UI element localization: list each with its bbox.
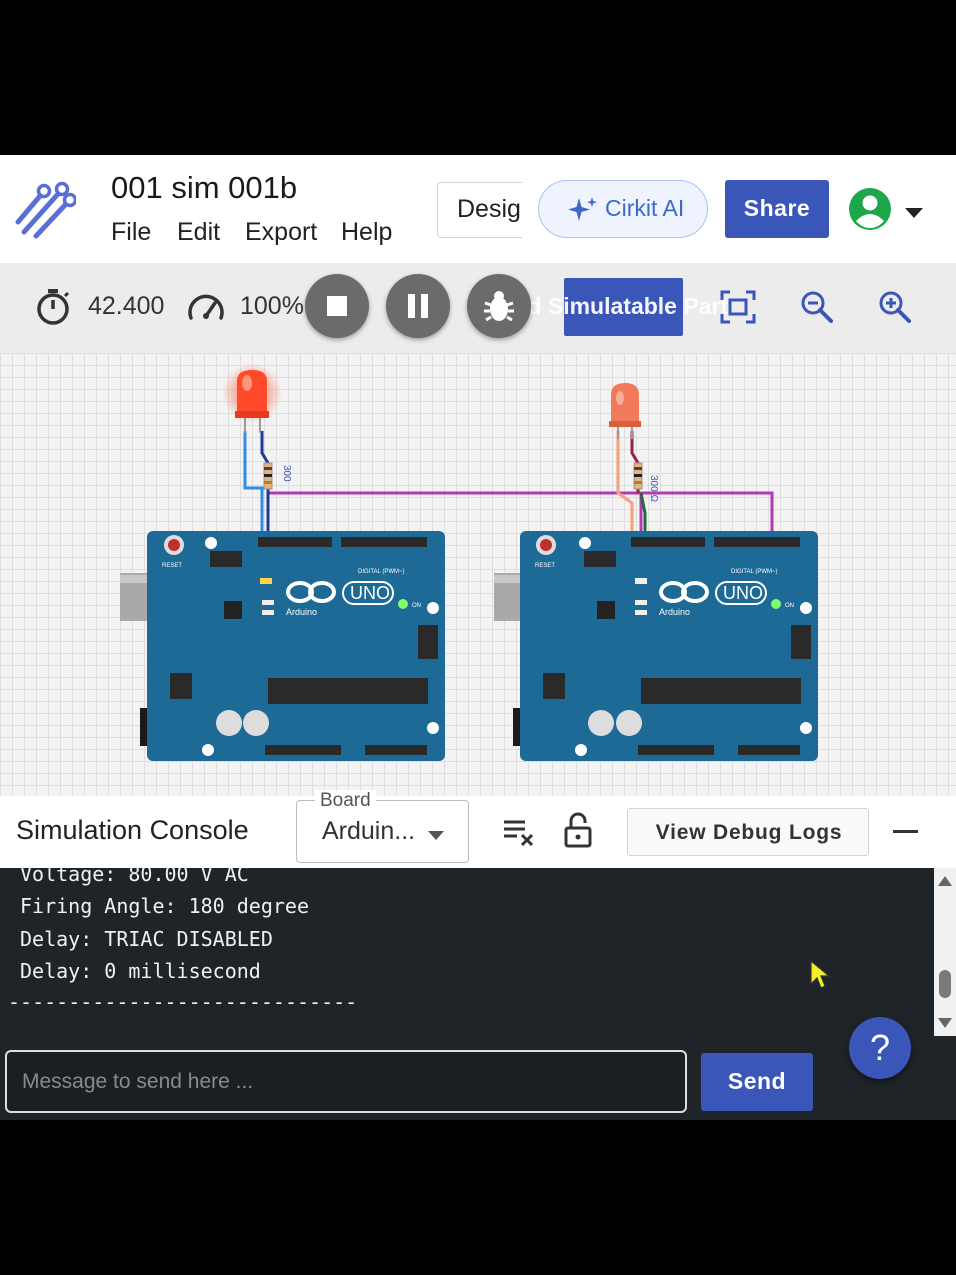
share-label: Share <box>743 195 811 221</box>
board-select-legend: Board <box>315 790 376 812</box>
help-button[interactable]: ? <box>849 1017 911 1079</box>
design-mode-label: Desig <box>457 195 521 223</box>
view-debug-logs-label: View Debug Logs <box>655 821 843 844</box>
mouse-pointer-icon <box>810 959 831 995</box>
stopwatch-icon <box>35 288 71 331</box>
board-2-reset-label: RESET <box>535 563 555 569</box>
board-2-model: UNO <box>723 583 763 603</box>
chevron-down-icon[interactable] <box>428 827 444 845</box>
led-right[interactable] <box>609 383 641 439</box>
cirkit-ai-button[interactable]: Cirkit AI <box>538 180 708 238</box>
resistor-right-label: 300 Ω <box>648 475 659 502</box>
board-1-reset-label: RESET <box>162 563 182 569</box>
resistor-left[interactable] <box>263 462 273 490</box>
view-debug-logs-button[interactable]: View Debug Logs <box>627 808 869 856</box>
board-select-value: Arduin... <box>322 817 416 845</box>
minimize-icon[interactable] <box>893 830 918 833</box>
debug-button[interactable] <box>467 274 531 338</box>
menu-export[interactable]: Export <box>245 218 317 247</box>
resistor-right[interactable] <box>633 462 643 490</box>
resistor-left-label: 300 <box>281 465 292 482</box>
board-2-digital-label: DIGITAL (PWM~) <box>731 569 778 575</box>
project-title[interactable]: 001 sim 001b <box>111 170 297 206</box>
zoom-in-icon[interactable] <box>878 290 912 329</box>
account-caret-icon[interactable] <box>905 205 923 223</box>
stop-button[interactable] <box>305 274 369 338</box>
menu-file[interactable]: File <box>111 218 151 247</box>
console-scroll-thumb[interactable] <box>939 970 951 998</box>
console-line: Firing Angle: 180 degree <box>20 894 309 918</box>
console-separator: ----------------------------- <box>8 990 358 1014</box>
cirkit-ai-label: Cirkit AI <box>605 195 685 221</box>
app-logo-icon[interactable] <box>14 178 78 240</box>
message-input[interactable] <box>5 1050 687 1113</box>
menu-edit[interactable]: Edit <box>177 218 220 247</box>
led-left-lit[interactable] <box>222 363 282 433</box>
board-2-brand: Arduino <box>659 607 690 617</box>
pause-button[interactable] <box>386 274 450 338</box>
zoom-out-icon[interactable] <box>800 290 834 329</box>
sim-speed-readout: 100% <box>240 292 304 320</box>
menu-help[interactable]: Help <box>341 218 392 247</box>
fit-to-screen-icon[interactable] <box>720 290 756 329</box>
console-title: Simulation Console <box>16 815 249 845</box>
help-label: ? <box>869 1027 891 1068</box>
stop-icon <box>327 296 347 316</box>
circuit-canvas[interactable]: 300 300 Ω UNO Arduino RESET ON DIGITAL (… <box>0 353 956 796</box>
unlock-icon[interactable] <box>563 812 593 853</box>
console-line: Delay: 0 millisecond <box>20 959 261 983</box>
pause-icon <box>408 294 428 318</box>
board-2-on-label: ON <box>785 603 794 609</box>
board-1-brand: Arduino <box>286 607 317 617</box>
scroll-arrows-icon <box>938 876 952 1028</box>
send-label: Send <box>727 1068 787 1094</box>
console-line: Delay: TRIAC DISABLED <box>20 927 273 951</box>
share-button[interactable]: Share <box>725 180 829 238</box>
sim-time-readout: 42.400 <box>88 292 165 320</box>
sparkle-icon <box>568 197 597 221</box>
board-1-model: UNO <box>350 583 390 603</box>
send-button[interactable]: Send <box>701 1053 813 1111</box>
console-line: Voltage: 80.00 V AC <box>20 868 249 886</box>
bug-icon <box>484 291 514 322</box>
board-1-on-label: ON <box>412 603 421 609</box>
console-scrollbar[interactable] <box>934 868 956 1036</box>
speedometer-icon <box>186 290 226 329</box>
board-1-digital-label: DIGITAL (PWM~) <box>358 569 405 575</box>
clear-console-icon[interactable] <box>503 817 535 852</box>
console-output: Voltage: 80.00 V AC Firing Angle: 180 de… <box>0 868 934 1036</box>
user-avatar-icon[interactable] <box>848 187 892 236</box>
design-mode-tab[interactable]: Desig <box>437 182 522 238</box>
